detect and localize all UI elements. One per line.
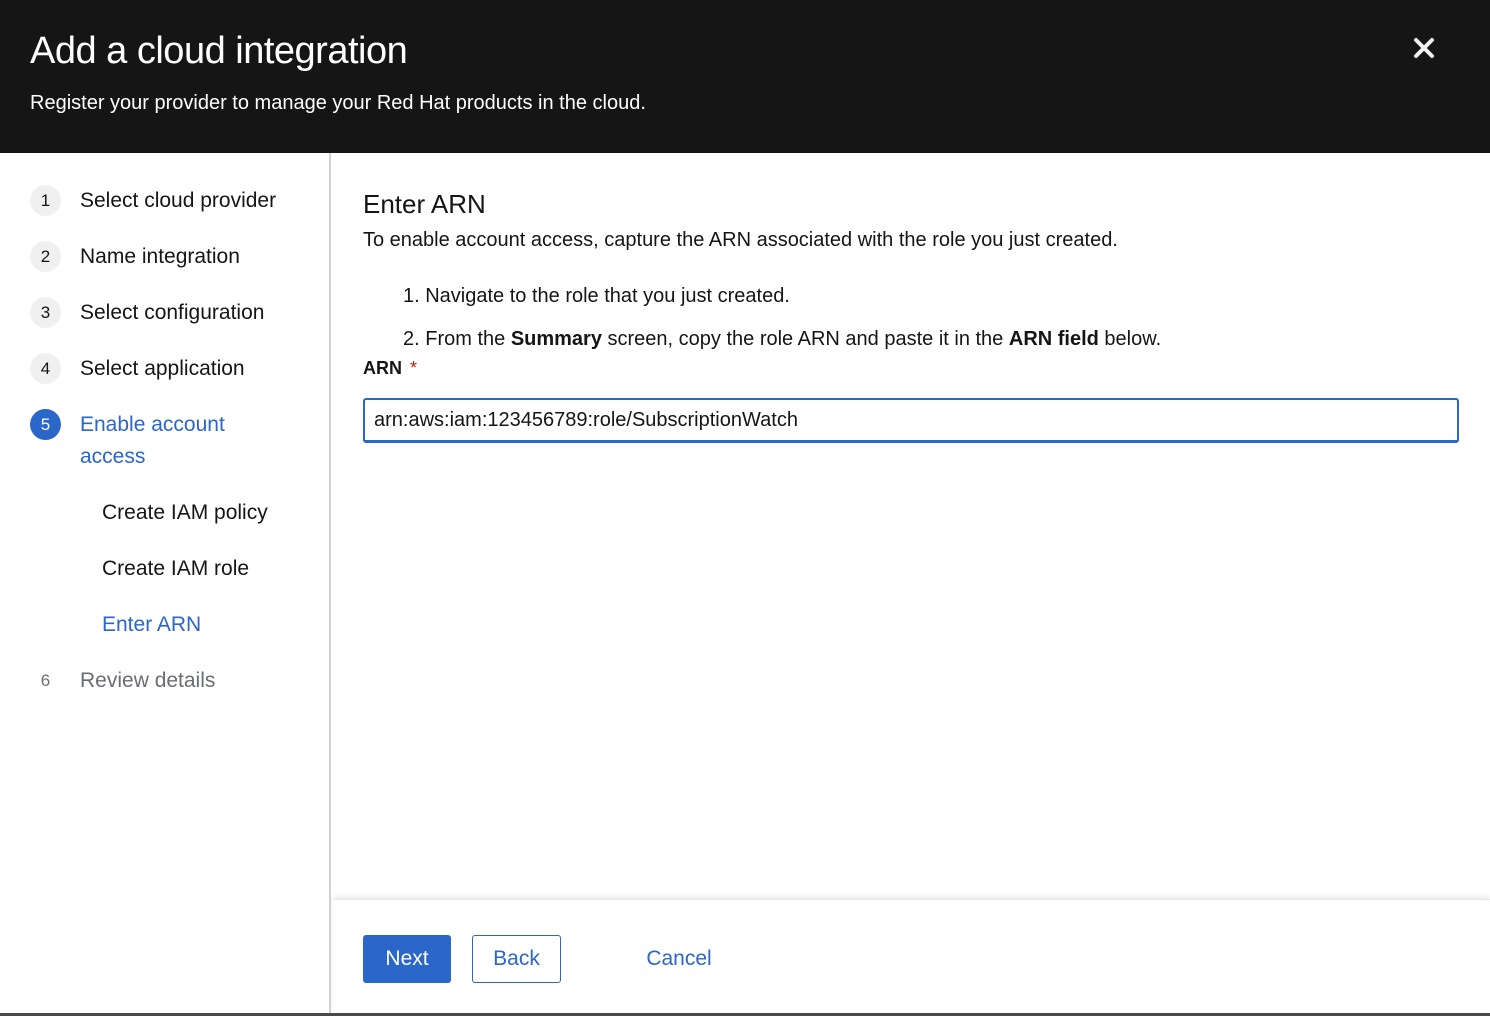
nav-step-review-details: 6 Review details (30, 665, 300, 697)
step-number: 2 (30, 241, 61, 272)
step-number: 1 (30, 185, 61, 216)
instruction-text: below. (1098, 328, 1162, 350)
step-label: Enable account access (80, 413, 225, 468)
next-button[interactable]: Next (363, 935, 451, 983)
step-description: To enable account access, capture the AR… (363, 229, 1118, 251)
nav-step-select-configuration[interactable]: 3 Select configuration (30, 297, 300, 329)
instruction-item: 2. From the Summary screen, copy the rol… (403, 324, 1161, 367)
step-label: Select application (80, 357, 245, 380)
nav-step-name-integration[interactable]: 2 Name integration (30, 241, 300, 273)
step-label: Select configuration (80, 301, 265, 324)
instruction-item: 1. Navigate to the role that you just cr… (403, 285, 790, 307)
nav-step-select-application[interactable]: 4 Select application (30, 353, 300, 385)
step-label: Name integration (80, 245, 240, 268)
instruction-bold: Summary (510, 328, 602, 350)
arn-label-text: ARN (363, 358, 402, 378)
nav-step-select-cloud-provider[interactable]: 1 Select cloud provider (30, 185, 300, 217)
wizard-nav: 1 Select cloud provider 2 Name integrati… (0, 153, 331, 1013)
nav-step-enable-account-access[interactable]: 5 Enable account access (30, 409, 250, 473)
instruction-text: screen, copy the role ARN and paste it i… (601, 328, 1009, 350)
nav-substep-create-iam-role[interactable]: Create IAM role (102, 553, 249, 585)
step-number: 6 (40, 670, 51, 690)
step-number-current: 5 (30, 409, 61, 440)
step-number: 3 (30, 297, 61, 328)
wizard-body: Enter ARN To enable account access, capt… (333, 153, 1490, 899)
arn-input[interactable] (363, 398, 1459, 443)
step-label: Review details (80, 669, 216, 692)
instruction-text: 2. From the (403, 328, 511, 350)
step-number: 4 (30, 353, 61, 384)
wizard-modal: Add a cloud integration Register your pr… (0, 0, 1490, 1013)
instruction-bold: ARN field (1008, 328, 1099, 350)
nav-substep-create-iam-policy[interactable]: Create IAM policy (102, 497, 268, 529)
wizard-title: Add a cloud integration (30, 30, 408, 72)
wizard-header: Add a cloud integration Register your pr… (0, 0, 1490, 153)
close-icon (1414, 38, 1434, 58)
step-label: Select cloud provider (80, 189, 277, 212)
wizard-footer: Next Back Cancel (333, 899, 1490, 1013)
required-marker: * (410, 358, 418, 378)
cancel-button[interactable]: Cancel (629, 935, 729, 983)
step-heading: Enter ARN (363, 189, 486, 219)
back-button[interactable]: Back (472, 935, 561, 983)
instruction-list: 1. Navigate to the role that you just cr… (403, 281, 1161, 367)
arn-field-label: ARN * (363, 358, 417, 379)
wizard-subtitle: Register your provider to manage your Re… (30, 92, 646, 114)
nav-substep-enter-arn[interactable]: Enter ARN (102, 609, 201, 641)
close-button[interactable] (1408, 32, 1440, 64)
